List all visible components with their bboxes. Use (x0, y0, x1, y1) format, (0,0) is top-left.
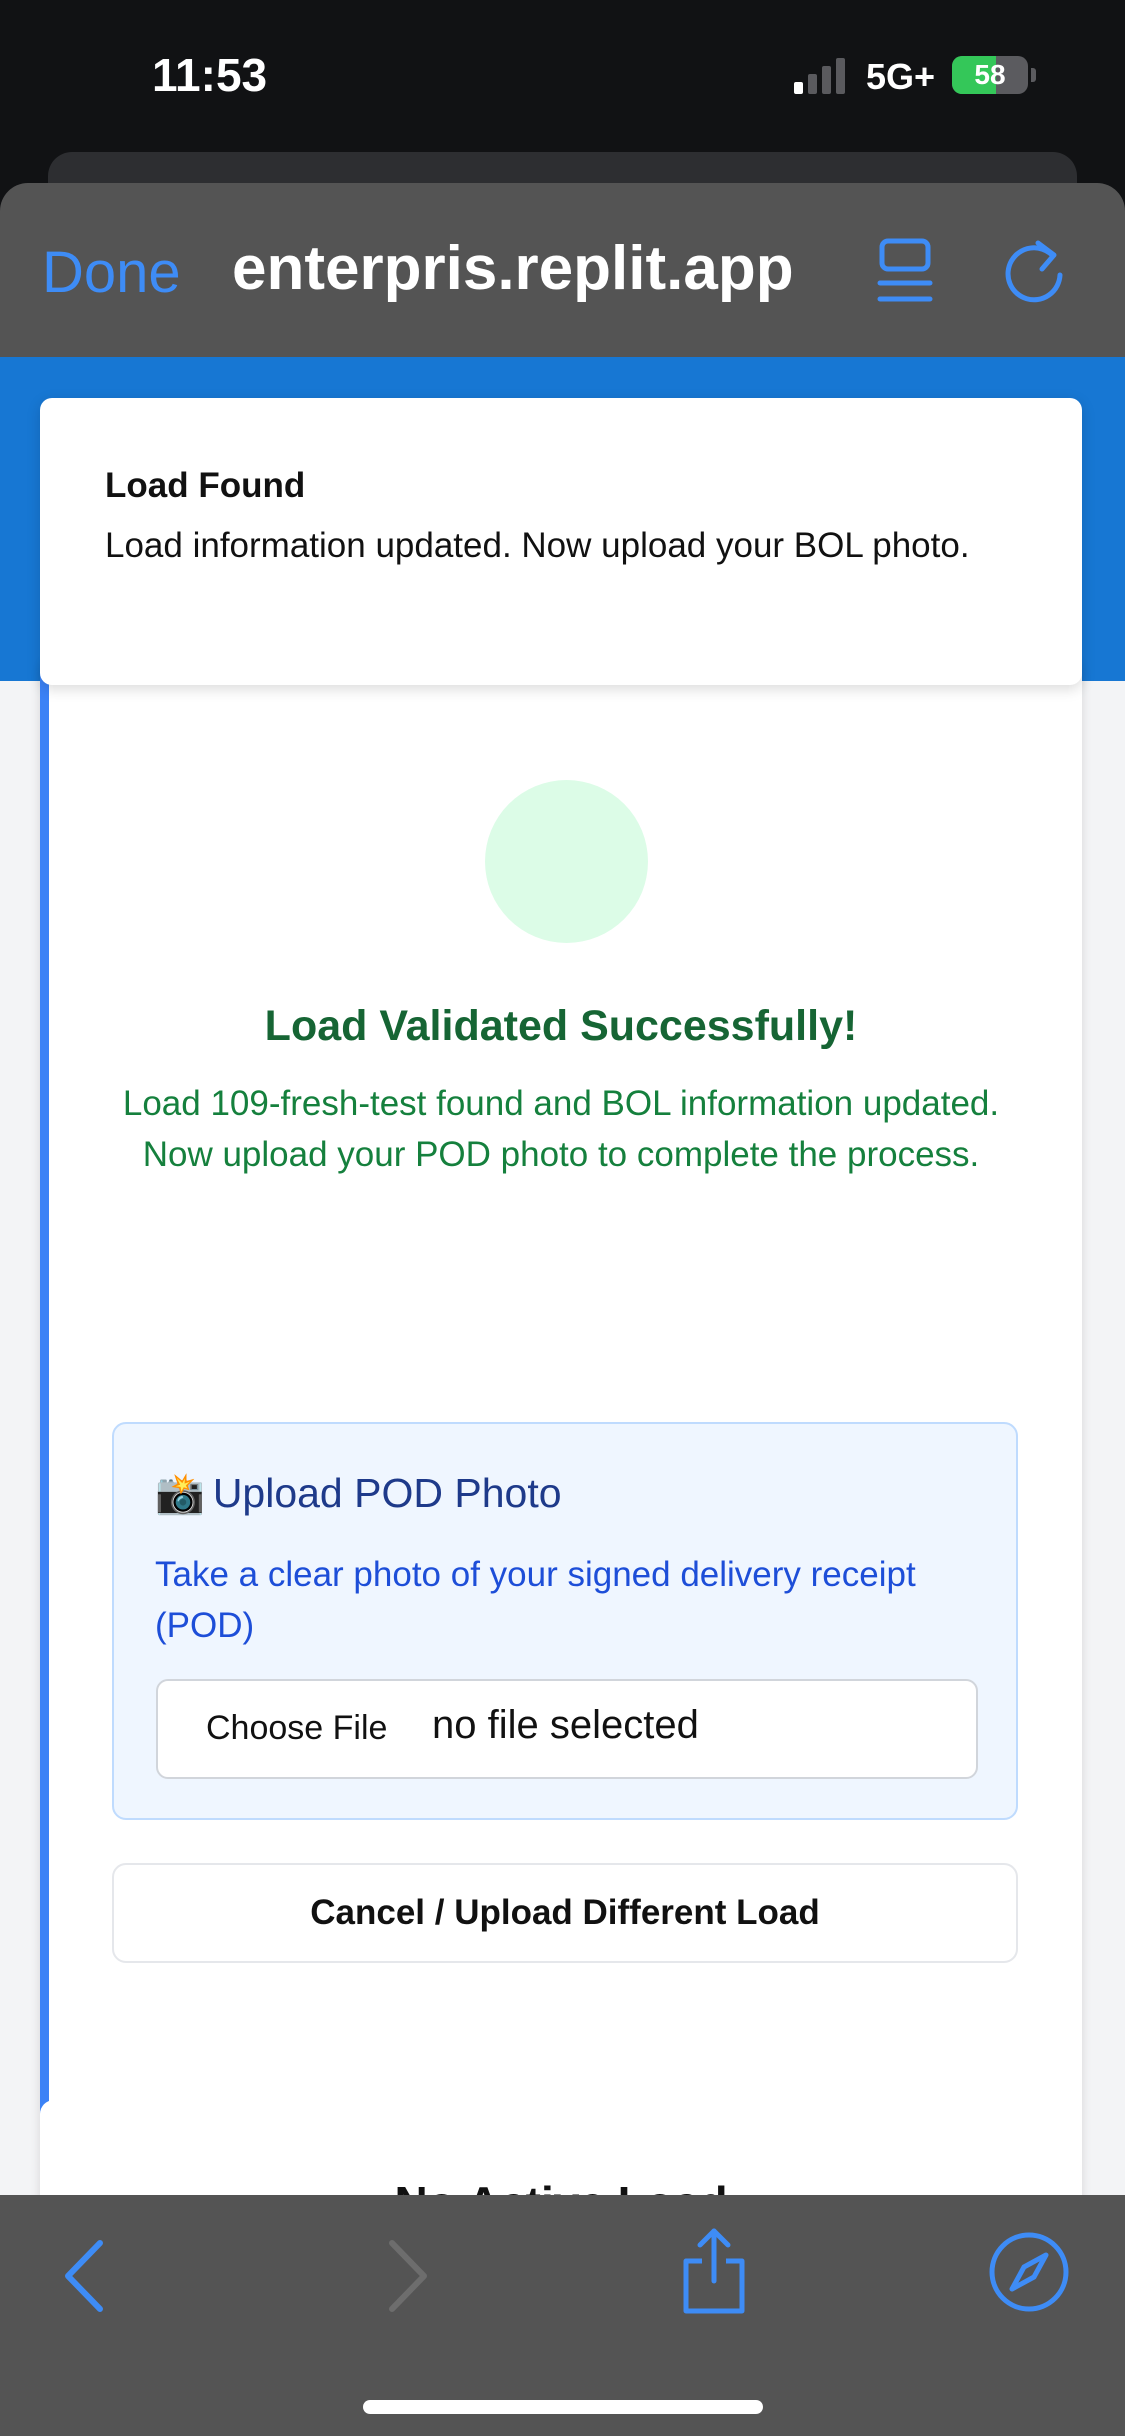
compass-icon[interactable] (988, 2231, 1070, 2313)
network-label: 5G+ (866, 56, 936, 97)
choose-file-button[interactable]: Choose File (206, 1709, 387, 1748)
validation-message-line2: Now upload your POD photo to complete th… (142, 1135, 980, 1174)
browser-top-bar: Done enterpris.replit.app (0, 183, 1125, 357)
battery-cap (1031, 68, 1036, 82)
toast-message: Load information updated. Now upload you… (105, 526, 970, 565)
toast-title: Load Found (105, 466, 306, 505)
share-icon[interactable] (678, 2225, 750, 2317)
no-active-load-title: No Active Load (40, 2176, 1082, 2195)
chevron-left-icon[interactable] (60, 2237, 110, 2315)
reload-icon[interactable] (1002, 235, 1068, 307)
done-button[interactable]: Done (42, 239, 181, 306)
validation-title: Load Validated Successfully! (264, 1002, 858, 1050)
cancel-upload-button[interactable]: Cancel / Upload Different Load (112, 1863, 1018, 1963)
validation-message: Load 109-fresh-test found and BOL inform… (120, 1078, 1002, 1180)
toast-notification[interactable]: Load Found Load information updated. Now… (40, 398, 1082, 685)
battery-icon: 58 (952, 56, 1028, 94)
battery-level: 58 (974, 59, 1006, 90)
upload-title: 📸 Upload POD Photo (155, 1470, 562, 1517)
status-bar: 11:53 5G+ 58 (0, 0, 1125, 150)
validation-card: Load Validated Successfully! Load 109-fr… (40, 657, 1082, 2195)
signal-strength-icon (794, 58, 848, 94)
upload-title-text: Upload POD Photo (212, 1470, 562, 1516)
success-icon (485, 780, 648, 943)
upload-pod-section: 📸 Upload POD Photo Take a clear photo of … (112, 1422, 1018, 1820)
home-indicator[interactable] (363, 2400, 763, 2414)
pod-file-input[interactable]: Choose File no file selected (156, 1679, 978, 1779)
chevron-right-icon[interactable] (382, 2237, 432, 2315)
url-address[interactable]: enterpris.replit.app (232, 233, 794, 304)
file-status: no file selected (432, 1703, 699, 1747)
card-accent (40, 657, 49, 2195)
no-active-load-card: No Active Load (40, 2100, 1082, 2195)
reader-mode-icon[interactable] (876, 237, 934, 307)
camera-icon: 📸 (155, 1472, 205, 1516)
validation-message-line1: Load 109-fresh-test found and BOL inform… (122, 1084, 1000, 1123)
status-time: 11:53 (152, 49, 268, 101)
upload-description: Take a clear photo of your signed delive… (155, 1555, 916, 1645)
